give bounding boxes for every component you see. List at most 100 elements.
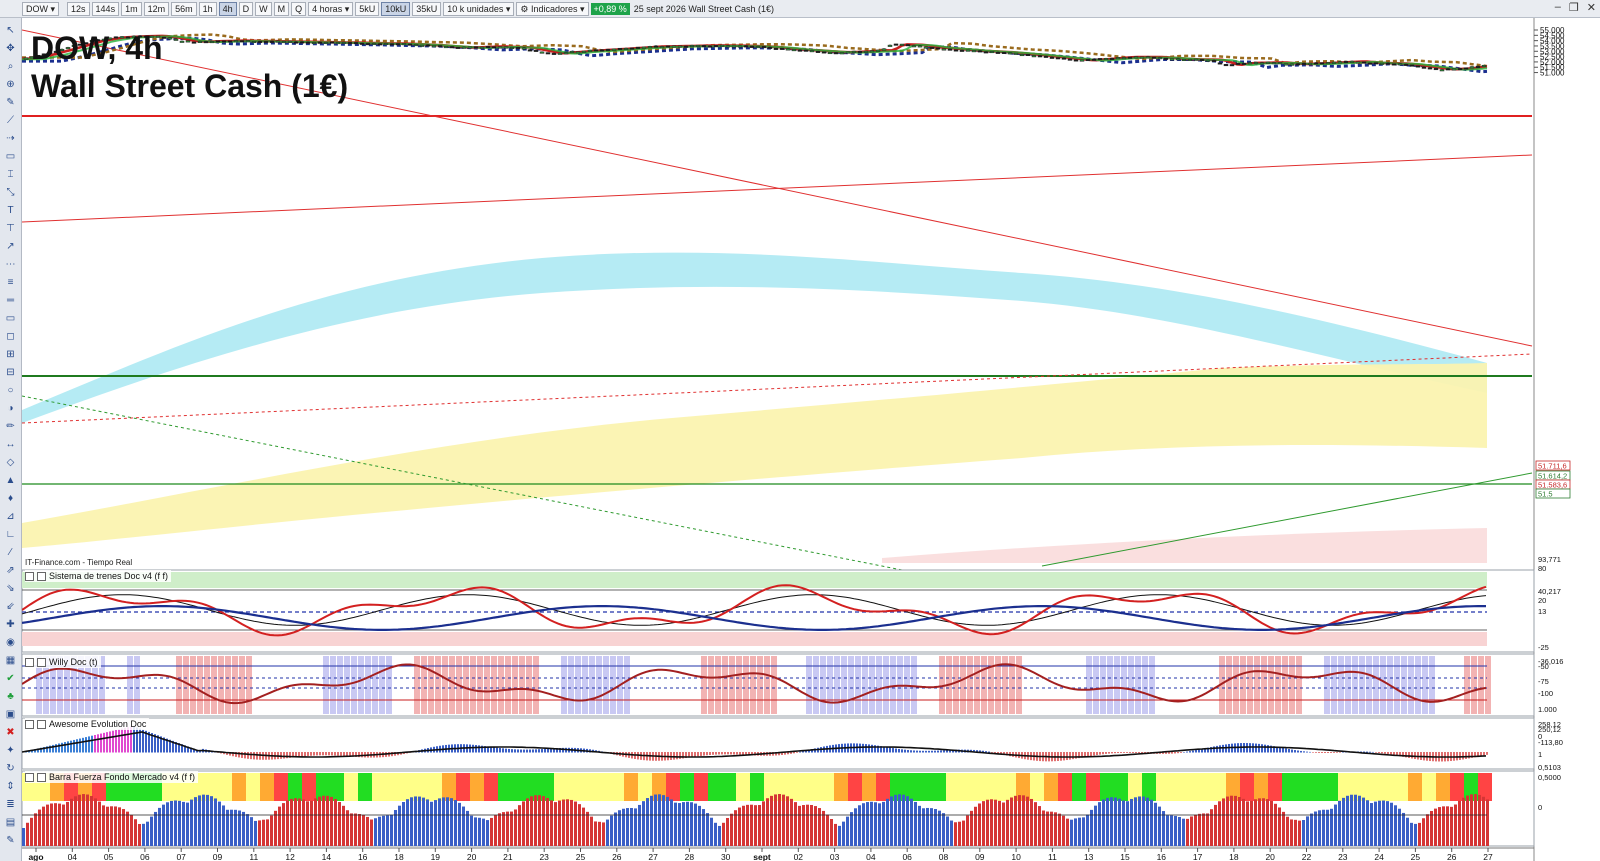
symbol-selector[interactable]: DOW ▾: [22, 1, 60, 16]
circle-icon[interactable]: ○: [4, 384, 18, 397]
timeframe-button[interactable]: 1h: [198, 1, 217, 16]
willy-zone-bar: [1100, 656, 1106, 714]
unit-button[interactable]: 10kU: [381, 1, 411, 16]
indicators-button[interactable]: ⚙ Indicadores ▾: [516, 1, 589, 16]
delete-icon[interactable]: ✖: [4, 726, 18, 739]
left-arrow-icon[interactable]: ⇙: [4, 600, 18, 613]
barra-bar: [1346, 795, 1349, 846]
panel-toggle-icon[interactable]: [25, 719, 34, 729]
restore-icon[interactable]: ❐: [1569, 1, 1579, 14]
close-icon[interactable]: ✕: [1587, 1, 1596, 14]
ray-icon[interactable]: ↗: [4, 240, 18, 253]
target-icon[interactable]: ◉: [4, 636, 18, 649]
barra-bar: [1070, 819, 1073, 846]
vertical-icon[interactable]: ⇕: [4, 780, 18, 793]
text-cursor-icon[interactable]: ⌶: [4, 168, 18, 181]
trendline-icon[interactable]: ⟋: [4, 114, 18, 127]
trading-app-window: DOW ▾ 12s 144s 1m 12m 56m 1h 4h D W M Q 4 horas ▾ …: [0, 0, 1600, 861]
candle-body: [1007, 52, 1013, 55]
minimize-icon[interactable]: –: [1555, 1, 1561, 14]
barra-bar: [1178, 816, 1181, 846]
timeframe-button[interactable]: 56m: [171, 1, 197, 16]
awesome-bar: [1318, 752, 1320, 753]
club-icon[interactable]: ♣: [4, 690, 18, 703]
timeframe-button[interactable]: Q: [291, 1, 307, 16]
panel-settings-icon[interactable]: [37, 571, 46, 581]
pattern-icon[interactable]: ▦: [4, 654, 18, 667]
barra-bar: [482, 818, 485, 846]
barra-bar: [1010, 797, 1013, 846]
measure-icon[interactable]: ↔: [4, 438, 18, 451]
horizontal-tool-icon[interactable]: ⊤: [4, 222, 18, 235]
timeframe-button[interactable]: M: [273, 1, 290, 16]
barra-zone: [442, 773, 456, 801]
pencil-icon[interactable]: ✎: [4, 96, 18, 109]
timeframe-button[interactable]: D: [238, 1, 254, 16]
awesome-bar: [301, 752, 303, 757]
interval-select[interactable]: 4 horas ▾: [308, 1, 354, 16]
grid-minus-icon[interactable]: ⊟: [4, 366, 18, 379]
panel-settings-icon[interactable]: [37, 719, 46, 729]
panel-settings-icon[interactable]: [37, 772, 46, 782]
timeframe-button[interactable]: W: [255, 1, 272, 16]
crosshair-icon[interactable]: ✥: [4, 42, 18, 55]
grid-icon[interactable]: ⊞: [4, 348, 18, 361]
slash-icon[interactable]: ∕: [4, 546, 18, 559]
candle-body: [191, 41, 197, 44]
lines-icon[interactable]: ≡: [4, 276, 18, 289]
frame-icon[interactable]: ▣: [4, 708, 18, 721]
timeframe-button[interactable]: 144s: [91, 1, 120, 16]
rectangle-icon[interactable]: ▭: [4, 150, 18, 163]
date-tick-label: 25: [1411, 852, 1421, 861]
check-icon[interactable]: ✔: [4, 672, 18, 685]
units-select[interactable]: 10 k unidades ▾: [443, 1, 515, 16]
panel-label-awesome[interactable]: Awesome Evolution Doc: [25, 718, 150, 730]
half-circle-icon[interactable]: ◑: [4, 402, 18, 415]
timeframe-button[interactable]: 1m: [121, 1, 142, 16]
dots-icon[interactable]: ⋯: [4, 258, 18, 271]
brush-icon[interactable]: ✏: [4, 420, 18, 433]
box-icon[interactable]: ▭: [4, 312, 18, 325]
barra-bar: [154, 811, 157, 846]
timeframe-button[interactable]: 12m: [143, 1, 170, 16]
up-arrow-icon[interactable]: ⇗: [4, 564, 18, 577]
down-arrow-icon[interactable]: ⇘: [4, 582, 18, 595]
triangle-icon[interactable]: ▲: [4, 474, 18, 487]
panel-axis-label: 80: [1538, 564, 1546, 573]
marker-icon[interactable]: ♦: [4, 492, 18, 505]
panel-settings-icon[interactable]: [37, 657, 46, 667]
right-angle-icon[interactable]: ∟: [4, 528, 18, 541]
chart-canvas[interactable]: 55.00054.50054.00053.50053.00052.50052.0…: [22, 18, 1600, 861]
table-icon[interactable]: ▤: [4, 816, 18, 829]
diamond-icon[interactable]: ◇: [4, 456, 18, 469]
angle-icon[interactable]: ⊿: [4, 510, 18, 523]
channel-icon[interactable]: ═: [4, 294, 18, 307]
unit-button[interactable]: 35kU: [412, 1, 442, 16]
panel-label-willy[interactable]: Willy Doc (t): [25, 656, 101, 668]
text-icon[interactable]: T: [4, 204, 18, 217]
menu-icon[interactable]: ≣: [4, 798, 18, 811]
candle-body: [347, 42, 353, 45]
square-icon[interactable]: ◻: [4, 330, 18, 343]
arrow-icon[interactable]: ⇢: [4, 132, 18, 145]
timeframe-button[interactable]: 4h: [218, 1, 237, 16]
panel-toggle-icon[interactable]: [25, 571, 34, 581]
candle-body: [1073, 59, 1079, 62]
pointer-icon[interactable]: ↖: [4, 24, 18, 37]
diagonal-icon[interactable]: ⤡: [4, 186, 18, 199]
panel-toggle-icon[interactable]: [25, 657, 34, 667]
panel-toggle-icon[interactable]: [25, 772, 34, 782]
willy-zone-bar: [834, 656, 840, 714]
awesome-bar: [478, 745, 480, 753]
refresh-icon[interactable]: ↻: [4, 762, 18, 775]
star-icon[interactable]: ✦: [4, 744, 18, 757]
barra-bar: [634, 808, 637, 846]
panel-label-trenes[interactable]: Sistema de trenes Doc v4 (f f): [25, 570, 172, 582]
zoom-in-icon[interactable]: ⊕: [4, 78, 18, 91]
timeframe-button[interactable]: 12s: [67, 1, 90, 16]
panel-label-barra[interactable]: Barra Fuerza Fondo Mercado v4 (f f): [25, 771, 199, 783]
zoom-icon[interactable]: ⌕: [4, 60, 18, 73]
unit-button[interactable]: 5kU: [355, 1, 380, 16]
plus-icon[interactable]: ✚: [4, 618, 18, 631]
edit-icon[interactable]: ✎: [4, 834, 18, 847]
